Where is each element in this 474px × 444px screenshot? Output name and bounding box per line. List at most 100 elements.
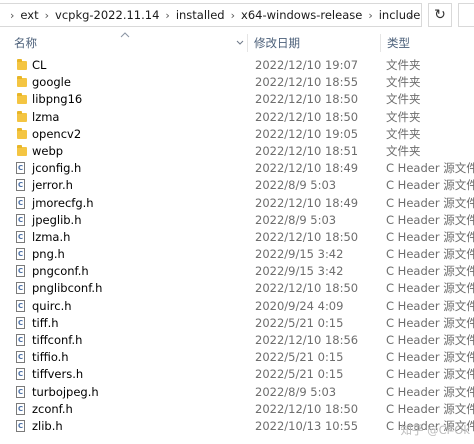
search-box[interactable] <box>458 3 474 27</box>
chevron-right-icon[interactable]: › <box>10 9 14 22</box>
breadcrumb-item[interactable]: vcpkg-2022.11.14 <box>55 8 159 22</box>
column-divider[interactable] <box>380 34 381 52</box>
chevron-right-icon[interactable]: › <box>165 9 169 22</box>
item-date: 2022/12/10 18:50 <box>255 109 359 124</box>
c-header-file-icon <box>16 385 25 398</box>
item-icon-cell <box>15 384 29 401</box>
item-icon-cell <box>15 195 29 212</box>
item-date: 2022/12/10 18:56 <box>255 333 359 347</box>
chevron-right-icon[interactable]: › <box>45 9 49 22</box>
item-name: tiffconf.h <box>32 333 83 347</box>
list-item[interactable]: tiffio.h 2022/5/21 0:15 C Header 源文件 <box>0 349 474 366</box>
item-type: C Header 源文件 <box>386 367 474 382</box>
breadcrumb-item[interactable]: x64-windows-release <box>241 8 362 22</box>
item-type: C Header 源文件 <box>386 212 474 227</box>
item-icon-cell <box>15 366 29 383</box>
chevron-right-icon[interactable]: › <box>368 9 372 22</box>
chevron-down-icon[interactable]: ⌄ <box>401 4 421 26</box>
item-type: C Header 源文件 <box>386 195 474 210</box>
item-icon-cell <box>15 109 29 126</box>
item-name: opencv2 <box>32 126 82 141</box>
list-item[interactable]: jconfig.h 2022/12/10 18:49 C Header 源文件 <box>0 160 474 177</box>
list-item[interactable]: turbojpeg.h 2022/8/9 5:03 C Header 源文件 <box>0 384 474 401</box>
folder-icon <box>17 59 27 70</box>
item-type: C Header 源文件 <box>386 333 474 347</box>
item-name: CL <box>32 58 47 72</box>
list-item[interactable]: jerror.h 2022/8/9 5:03 C Header 源文件 <box>0 177 474 194</box>
item-icon-cell <box>15 349 29 366</box>
item-type: C Header 源文件 <box>386 350 474 365</box>
item-type: 文件夹 <box>386 58 421 72</box>
c-header-file-icon <box>16 282 25 295</box>
item-name: libpng16 <box>32 92 83 107</box>
item-icon-cell <box>15 74 29 91</box>
item-type: 文件夹 <box>386 75 421 90</box>
breadcrumb-item[interactable]: installed <box>176 8 225 22</box>
item-name: webp <box>32 143 64 158</box>
item-type: C Header 源文件 <box>386 178 474 193</box>
item-name: zconf.h <box>32 401 73 416</box>
c-header-file-icon <box>16 248 25 261</box>
item-type: 文件夹 <box>386 143 421 158</box>
column-header-date[interactable]: 修改日期 <box>254 32 300 54</box>
item-name: turbojpeg.h <box>32 384 99 399</box>
list-item[interactable]: libpng16 2022/12/10 18:50 文件夹 <box>0 91 474 108</box>
item-icon-cell <box>15 401 29 418</box>
item-icon-cell <box>15 332 29 349</box>
item-name: tiffio.h <box>32 350 69 365</box>
item-date: 2022/12/10 18:50 <box>255 92 359 107</box>
chevron-down-icon[interactable] <box>236 40 244 46</box>
breadcrumb: › ext › vcpkg-2022.11.14 › installed › x64-wind… <box>4 8 420 22</box>
item-type: C Header 源文件 <box>386 281 474 296</box>
list-item[interactable]: zconf.h 2022/12/10 18:50 C Header 源文件 <box>0 401 474 418</box>
item-name: png.h <box>32 247 65 262</box>
c-header-file-icon <box>16 213 25 226</box>
list-item[interactable]: lzma 2022/12/10 18:50 文件夹 <box>0 109 474 126</box>
item-date: 2022/8/9 5:03 <box>255 384 337 399</box>
column-name-label: 名称 <box>14 36 37 50</box>
item-icon-cell <box>15 246 29 263</box>
breadcrumb-item[interactable]: ext <box>20 8 38 22</box>
list-item[interactable]: tiffconf.h 2022/12/10 18:56 C Header 源文件 <box>0 332 474 349</box>
list-item[interactable]: lzma.h 2022/12/10 18:50 C Header 源文件 <box>0 229 474 246</box>
c-header-file-icon <box>16 179 25 192</box>
refresh-icon: ↻ <box>434 7 446 23</box>
list-item[interactable]: tiff.h 2022/5/21 0:15 C Header 源文件 <box>0 315 474 332</box>
item-date: 2022/12/10 18:55 <box>255 75 359 90</box>
file-list: CL 2022/12/10 19:07 文件夹 google 2022/12/10 18… <box>0 57 474 435</box>
column-header-name[interactable]: 名称 <box>0 32 246 54</box>
address-bar[interactable]: › ext › vcpkg-2022.11.14 › installed › x64-wind… <box>0 3 422 27</box>
column-header: 名称 修改日期 类型 <box>0 32 474 54</box>
item-type: 文件夹 <box>386 109 421 124</box>
list-item[interactable]: pngconf.h 2022/9/15 3:42 C Header 源文件 <box>0 263 474 280</box>
item-icon-cell <box>15 212 29 229</box>
column-header-type[interactable]: 类型 <box>387 32 410 54</box>
column-divider[interactable] <box>247 34 248 52</box>
watermark: 知乎 @Cl-Ok <box>400 423 470 437</box>
sort-ascending-icon <box>120 32 130 38</box>
list-item[interactable]: tiffvers.h 2022/5/21 0:15 C Header 源文件 <box>0 366 474 383</box>
item-date: 2022/8/9 5:03 <box>255 212 337 227</box>
list-item[interactable]: webp 2022/12/10 18:51 文件夹 <box>0 143 474 160</box>
item-name: lzma <box>32 109 60 124</box>
list-item[interactable]: jmorecfg.h 2022/12/10 18:49 C Header 源文件 <box>0 195 474 212</box>
list-item[interactable]: google 2022/12/10 18:55 文件夹 <box>0 74 474 91</box>
list-item[interactable]: opencv2 2022/12/10 19:05 文件夹 <box>0 126 474 143</box>
item-date: 2022/12/10 18:51 <box>255 143 359 158</box>
list-item[interactable]: pnglibconf.h 2022/12/10 18:50 C Header 源文件 <box>0 280 474 297</box>
list-item[interactable]: CL 2022/12/10 19:07 文件夹 <box>0 57 474 74</box>
refresh-button[interactable]: ↻ <box>428 3 452 27</box>
list-item[interactable]: jpeglib.h 2022/8/9 5:03 C Header 源文件 <box>0 212 474 229</box>
item-icon-cell <box>15 126 29 143</box>
list-item[interactable]: quirc.h 2020/9/24 4:09 C Header 源文件 <box>0 298 474 315</box>
item-date: 2022/10/13 10:55 <box>255 418 359 433</box>
c-header-file-icon <box>16 334 25 346</box>
list-item[interactable]: png.h 2022/9/15 3:42 C Header 源文件 <box>0 246 474 263</box>
item-type: C Header 源文件 <box>386 401 474 416</box>
chevron-right-icon[interactable]: › <box>231 9 235 22</box>
item-type: 文件夹 <box>386 126 421 141</box>
item-type: C Header 源文件 <box>386 247 474 262</box>
c-header-file-icon <box>16 419 25 432</box>
address-bar-region: › ext › vcpkg-2022.11.14 › installed › x64-wind… <box>0 0 474 30</box>
item-type: C Header 源文件 <box>386 229 474 244</box>
